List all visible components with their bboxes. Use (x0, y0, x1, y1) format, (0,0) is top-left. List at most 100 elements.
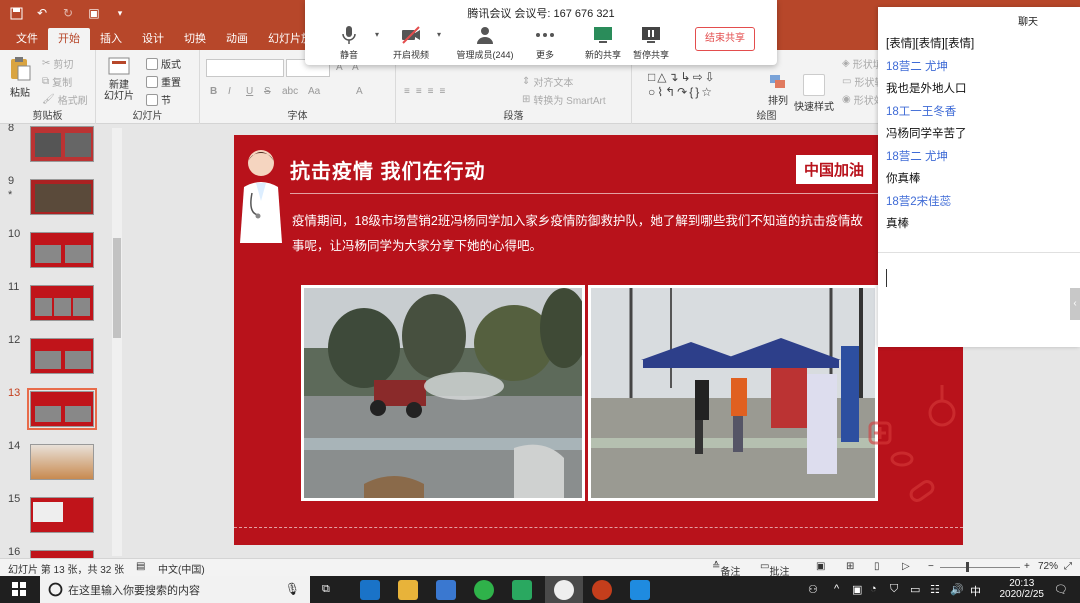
accessibility-icon[interactable]: ▤ (136, 561, 145, 572)
italic-button[interactable]: I (228, 86, 231, 97)
thumbnail-scrollbar[interactable] (112, 128, 122, 556)
more-button[interactable]: 更多 (517, 24, 573, 61)
ime-indicator[interactable]: 中 (970, 583, 981, 599)
windows-start-icon[interactable] (12, 582, 26, 596)
store-icon[interactable] (436, 580, 456, 600)
end-share-button[interactable]: 结束共享 (695, 27, 755, 51)
convert-smartart-button[interactable]: ⊞ 转换为 SmartArt (522, 92, 606, 107)
tab-insert[interactable]: 插入 (90, 28, 132, 50)
microphone-icon[interactable]: 🎙 (285, 582, 300, 596)
reset-button[interactable]: 重置 (146, 74, 181, 89)
save-icon[interactable] (8, 5, 24, 21)
tab-file[interactable]: 文件 (6, 28, 48, 50)
chat-collapse-button[interactable]: ‹ (1070, 288, 1080, 320)
chat-messages: [表情][表情][表情] 18营二 尤坤 我也是外地人口 18工一王冬香 冯杨同… (886, 33, 1074, 236)
font-color-button[interactable]: A (356, 86, 363, 97)
notifications-icon[interactable]: 🗨 (1054, 583, 1068, 596)
drawing-group-label: 绘图 (756, 111, 777, 122)
char-spacing-button[interactable]: abc (282, 86, 298, 97)
redo-icon[interactable]: ↻ (60, 5, 76, 21)
change-case-button[interactable]: Aa (308, 86, 320, 97)
tab-design[interactable]: 设计 (132, 28, 174, 50)
slide-canvas[interactable]: 抗击疫情 我们在行动 中国加油 疫情期间，18级市场营销2班冯杨同学加入家乡疫情… (234, 135, 963, 545)
thumbnail-slide-9[interactable]: 9 * (0, 175, 112, 227)
copy-button[interactable]: ⧉ 复制 (42, 74, 72, 89)
normal-view-icon[interactable]: ▣ (816, 561, 825, 572)
new-share-icon (594, 27, 612, 43)
thumbnail-slide-10[interactable]: 10 (0, 228, 112, 280)
thumbnail-slide-15[interactable]: 15 (0, 493, 112, 545)
thumbnail-slide-16[interactable]: 16 (0, 546, 112, 558)
animation-star: * (8, 189, 13, 201)
meeting-toolbar: 腾讯会议 会议号: 167 676 321 静音 ▾ 开启视频 ▾ 管理成员(2… (305, 0, 777, 65)
language-indicator[interactable]: 中文(中国) (158, 561, 205, 576)
strikethrough-button[interactable]: S (264, 86, 271, 97)
underline-button[interactable]: U (246, 86, 253, 97)
new-slide-button[interactable]: 新建 幻灯片 (104, 56, 134, 102)
thumbnail-slide-14[interactable]: 14 (0, 440, 112, 492)
zoom-in-icon[interactable]: + (1024, 561, 1030, 572)
video-button[interactable]: 开启视频 (383, 24, 439, 61)
undo-icon[interactable]: ↶ (34, 5, 50, 21)
tray-app-icon[interactable]: ▣ (852, 583, 862, 596)
layout-button[interactable]: 版式 (146, 56, 181, 71)
sorter-view-icon[interactable]: ⊞ (846, 561, 854, 572)
zoom-out-icon[interactable]: − (928, 561, 934, 572)
tab-animations[interactable]: 动画 (216, 28, 258, 50)
network-icon[interactable]: ☷ (930, 583, 940, 596)
file-explorer-icon[interactable] (398, 580, 418, 600)
tencent-meeting-icon[interactable] (554, 580, 574, 600)
zoom-slider[interactable] (940, 567, 1020, 568)
app-icon[interactable] (512, 580, 532, 600)
doctor-illustration (240, 150, 282, 243)
tab-transitions[interactable]: 切换 (174, 28, 216, 50)
video-dropdown-icon[interactable]: ▾ (437, 30, 441, 39)
whiteboard-icon[interactable] (630, 580, 650, 600)
powerpoint-icon[interactable] (592, 580, 612, 600)
notes-button[interactable]: ≙ 备注 (712, 561, 740, 578)
taskbar-search[interactable]: 在这里输入你要搜索的内容 🎙 (40, 576, 310, 603)
reading-view-icon[interactable]: ▯ (874, 561, 880, 572)
bold-button[interactable]: B (210, 86, 217, 97)
battery-icon[interactable]: ▭ (910, 583, 920, 596)
tray-chevron-icon[interactable]: ^ (834, 583, 839, 595)
manage-members-button[interactable]: 管理成员(244) (455, 24, 515, 61)
thumbnail-slide-12[interactable]: 12 (0, 334, 112, 386)
customize-toolbar-icon[interactable]: ▾ (112, 5, 128, 21)
align-buttons[interactable]: ≡≡≡≡ (404, 86, 451, 97)
wechat-icon[interactable] (474, 580, 494, 600)
thumbnail-slide-11[interactable]: 11 (0, 281, 112, 333)
comments-button[interactable]: ▭ 批注 (760, 561, 789, 578)
thumbnail-slide-8[interactable]: 8 (0, 124, 112, 174)
chat-input[interactable] (878, 253, 1080, 347)
font-family-select[interactable] (206, 59, 284, 77)
tab-home[interactable]: 开始 (48, 28, 90, 50)
tray-app-icon[interactable]: ◔ (870, 583, 877, 595)
chat-message-text: [表情][表情][表情] (886, 38, 975, 50)
cut-label: 剪切 (53, 60, 74, 71)
mute-dropdown-icon[interactable]: ▾ (375, 30, 379, 39)
scroll-thumb[interactable] (113, 238, 121, 338)
align-text-button[interactable]: ⇕ 对齐文本 (522, 74, 573, 89)
shield-icon[interactable]: ⛉ (890, 583, 898, 596)
paste-button[interactable]: 粘贴 (8, 56, 32, 99)
arrange-button[interactable]: 排列 (768, 74, 788, 107)
thumbnail-slide-13[interactable]: 13 (0, 387, 112, 439)
pause-share-button[interactable]: 暂停共享 (623, 24, 679, 61)
slideshow-view-icon[interactable]: ▷ (902, 561, 910, 572)
start-from-beginning-icon[interactable]: ▣ (86, 5, 102, 21)
task-view-icon[interactable]: ⧉ (322, 583, 330, 596)
zoom-slider-thumb[interactable] (966, 562, 969, 572)
volume-icon[interactable]: 🔊 (950, 583, 964, 596)
format-painter-button[interactable]: 🖌 格式刷 (42, 92, 88, 107)
cut-button[interactable]: ✂ 剪切 (42, 56, 73, 71)
edge-icon[interactable] (360, 580, 380, 600)
shapes-gallery[interactable]: □△↴↳⇨⇩ ○⌇↰↷{}☆ (648, 70, 717, 100)
section-button[interactable]: 节 (146, 92, 171, 107)
fit-slide-icon[interactable]: ⤢ (1064, 561, 1072, 572)
chat-message-text: 我也是外地人口 (886, 83, 967, 95)
taskbar-clock[interactable]: 20:13 2020/2/25 (1000, 578, 1045, 600)
people-icon[interactable]: ⚇ (808, 583, 818, 596)
mute-button[interactable]: 静音 (321, 24, 377, 61)
zoom-level[interactable]: 72% (1038, 561, 1058, 572)
